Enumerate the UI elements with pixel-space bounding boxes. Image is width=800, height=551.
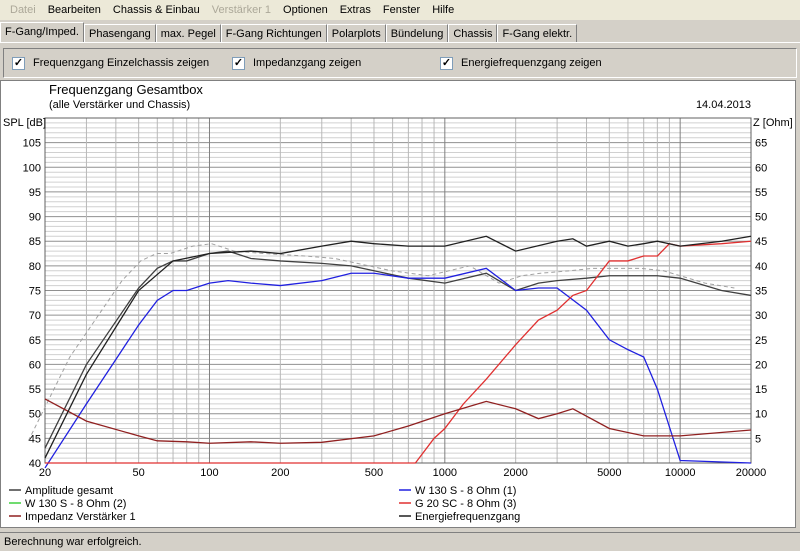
checkbox-label: Frequenzgang Einzelchassis zeigen [33, 57, 210, 69]
tab-divider [0, 42, 800, 43]
options-panel: ✓ Frequenzgang Einzelchassis zeigen ✓ Imped… [3, 48, 797, 78]
y2-tick-label: 60 [755, 162, 767, 174]
y-tick-label: 75 [29, 286, 41, 298]
x-tick-label: 200 [271, 467, 289, 479]
y2-tick-label: 5 [755, 433, 761, 445]
legend-label: Energiefrequenzgang [415, 511, 520, 523]
y2-tick-label: 40 [755, 261, 767, 273]
tab-2[interactable]: max. Pegel [155, 24, 221, 43]
status-bar: Berechnung war erfolgreich. [0, 532, 800, 551]
x-tick-label: 20 [39, 467, 51, 479]
y-tick-label: 105 [23, 138, 41, 150]
reference-curve-dashed [27, 243, 735, 442]
tab-0[interactable]: F-Gang/Imped. [0, 22, 84, 43]
chart-date: 14.04.2013 [696, 99, 751, 111]
y2-tick-label: 50 [755, 212, 767, 224]
y-tick-label: 80 [29, 261, 41, 273]
checkbox-2[interactable]: ✓ Energiefrequenzgang zeigen [440, 56, 602, 70]
legend-label: W 130 S - 8 Ohm (1) [415, 485, 516, 497]
menu-1[interactable]: Bearbeiten [42, 4, 107, 16]
y2-tick-label: 45 [755, 236, 767, 248]
y-tick-label: 100 [23, 162, 41, 174]
legend-label: G 20 SC - 8 Ohm (3) [415, 498, 516, 510]
checkbox-box[interactable]: ✓ [440, 56, 453, 70]
x-tick-label: 5000 [597, 467, 621, 479]
y-tick-label: 60 [29, 359, 41, 371]
checkbox-label: Impedanzgang zeigen [253, 57, 362, 69]
x-tick-label: 20000 [736, 467, 767, 479]
menu-7[interactable]: Hilfe [426, 4, 460, 16]
x-tick-label: 100 [200, 467, 218, 479]
y2-tick-label: 30 [755, 310, 767, 322]
tab-3[interactable]: F-Gang Richtungen [220, 24, 327, 43]
y-tick-label: 95 [29, 187, 41, 199]
checkbox-box[interactable]: ✓ [232, 56, 245, 70]
y-tick-label: 90 [29, 212, 41, 224]
x-tick-label: 500 [365, 467, 383, 479]
y-tick-label: 45 [29, 433, 41, 445]
tab-6[interactable]: Chassis [448, 24, 498, 43]
y2-axis-label: Z [Ohm] [753, 117, 793, 129]
menu-2[interactable]: Chassis & Einbau [107, 4, 206, 16]
menu-0[interactable]: Datei [4, 4, 42, 16]
x-tick-label: 1000 [433, 467, 457, 479]
chart-title: Frequenzgang Gesamtbox [49, 82, 203, 97]
y-tick-label: 85 [29, 236, 41, 248]
y-tick-label: 70 [29, 310, 41, 322]
legend-label: W 130 S - 8 Ohm (2) [25, 498, 126, 510]
tab-bar: F-Gang/Imped. Phasengang max. Pegel F-Gang … [0, 22, 578, 43]
y-axis-label: SPL [dB] [3, 117, 46, 129]
tab-5[interactable]: Bündelung [385, 24, 449, 43]
checkbox-0[interactable]: ✓ Frequenzgang Einzelchassis zeigen [12, 56, 210, 70]
y2-tick-label: 65 [755, 138, 767, 150]
series-line-5 [44, 235, 752, 459]
x-tick-label: 2000 [503, 467, 527, 479]
x-tick-label: 10000 [665, 467, 696, 479]
x-tick-label: 50 [133, 467, 145, 479]
series-line-4 [44, 398, 752, 444]
menu-4[interactable]: Optionen [277, 4, 334, 16]
frequency-response-chart: Frequenzgang Gesamtbox (alle Verstärker u… [0, 80, 796, 528]
y2-tick-label: 10 [755, 409, 767, 421]
checkbox-label: Energiefrequenzgang zeigen [461, 57, 602, 69]
menu-5[interactable]: Extras [334, 4, 377, 16]
legend-label: Impedanz Verstärker 1 [25, 511, 136, 523]
tab-4[interactable]: Polarplots [326, 24, 386, 43]
y2-tick-label: 15 [755, 384, 767, 396]
menu-3[interactable]: Verstärker 1 [206, 4, 277, 16]
tab-1[interactable]: Phasengang [83, 24, 156, 43]
chart-canvas: Frequenzgang Gesamtbox (alle Verstärker u… [3, 82, 793, 523]
tab-7[interactable]: F-Gang elektr. [497, 24, 578, 43]
y2-tick-label: 35 [755, 286, 767, 298]
menu-bar: Datei Bearbeiten Chassis & Einbau Verstärke… [0, 0, 800, 20]
y-tick-label: 65 [29, 335, 41, 347]
y2-tick-label: 55 [755, 187, 767, 199]
y-tick-label: 55 [29, 384, 41, 396]
chart-subtitle: (alle Verstärker und Chassis) [49, 99, 190, 111]
checkbox-1[interactable]: ✓ Impedanzgang zeigen [232, 56, 362, 70]
y2-tick-label: 20 [755, 359, 767, 371]
y2-tick-label: 25 [755, 335, 767, 347]
menu-6[interactable]: Fenster [377, 4, 426, 16]
legend-label: Amplitude gesamt [25, 485, 113, 497]
checkbox-box[interactable]: ✓ [12, 56, 25, 70]
